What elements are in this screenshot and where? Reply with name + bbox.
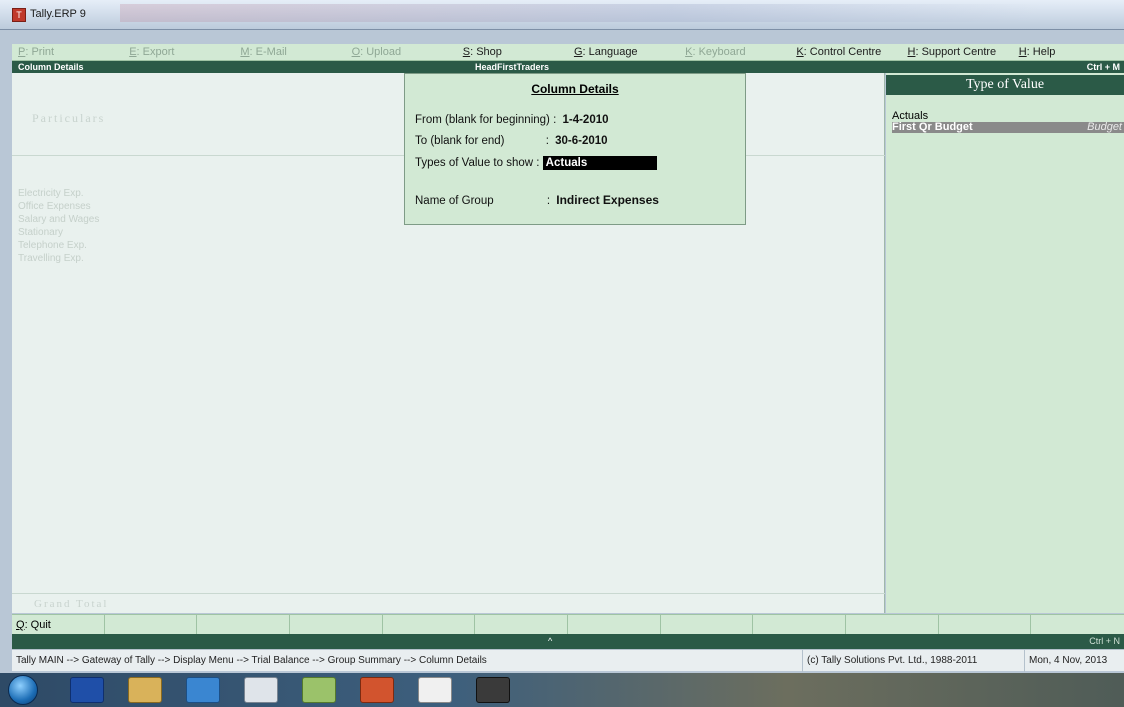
copyright: (c) Tally Solutions Pvt. Ltd., 1988-2011 [802, 650, 977, 672]
type-of-value-panel: Type of Value Actuals Actuals First Qr B… [886, 73, 1124, 613]
word-icon[interactable] [70, 677, 104, 703]
from-date-label: From (blank for beginning) [415, 114, 550, 126]
value-option-first-qr-budget[interactable]: Actuals First Qr Budget Budget [892, 122, 1124, 133]
keyboard-button[interactable]: K: Keyboard [679, 44, 790, 61]
upload-button[interactable]: O: Upload [346, 44, 457, 61]
print-button[interactable]: P: Print [12, 44, 123, 61]
empty-button [383, 615, 476, 635]
from-date-row: From (blank for beginning) : 1-4-2010 [415, 114, 609, 126]
titlebar-glow [120, 4, 1040, 22]
group-name-row: Name of Group : Indirect Expenses [415, 193, 659, 207]
company-name: HeadFirstTraders [474, 62, 550, 72]
caret-up-icon[interactable]: ^ [548, 634, 552, 649]
report-row: Office Expenses [18, 201, 91, 212]
screen-title-strip: Column Details HeadFirstTraders Ctrl + M [12, 61, 1124, 73]
support-centre-button[interactable]: H: Support Centre [902, 44, 1013, 61]
status-bar: Tally MAIN --> Gateway of Tally --> Disp… [12, 649, 1124, 672]
empty-button [661, 615, 754, 635]
value-type-label: Types of Value to show [415, 157, 534, 169]
empty-button [290, 615, 383, 635]
particulars-heading: Particulars [32, 111, 106, 125]
empty-button [105, 615, 198, 635]
control-centre-button[interactable]: K: Control Centre [790, 44, 901, 61]
unknown-app-icon[interactable] [476, 677, 510, 703]
to-date-row: To (blank for end) : 30-6-2010 [415, 135, 608, 147]
report-row: Travelling Exp. [18, 253, 84, 264]
to-date-label: To (blank for end) [415, 135, 505, 147]
export-button[interactable]: E: Export [123, 44, 234, 61]
screen-shortcut: Ctrl + M [1086, 62, 1120, 72]
from-date-field[interactable]: 1-4-2010 [562, 114, 608, 126]
empty-button [1031, 615, 1124, 635]
language-button[interactable]: G: Language [568, 44, 679, 61]
type-of-value-heading: Type of Value [886, 75, 1124, 95]
window-title: Tally.ERP 9 [30, 8, 86, 20]
group-name-label: Name of Group [415, 195, 494, 207]
windows-start-icon[interactable] [8, 675, 38, 705]
windows-taskbar [0, 673, 1124, 707]
tally-app-icon: T [12, 8, 26, 22]
bottom-shortcut: Ctrl + N [1089, 636, 1120, 646]
media-icon[interactable] [302, 677, 336, 703]
email-button[interactable]: M: E-Mail [234, 44, 345, 61]
report-rows: Electricity Exp. Office Expenses Salary … [18, 187, 99, 265]
empty-button [939, 615, 1032, 635]
button-bar: P: Print E: Export M: E-Mail O: Upload S… [12, 44, 1124, 61]
report-row: Stationary [18, 227, 64, 238]
value-type-row: Types of Value to show : Actuals [415, 156, 657, 170]
help-button[interactable]: H: Help [1013, 44, 1093, 61]
calculator-icon[interactable] [244, 677, 278, 703]
empty-button [197, 615, 291, 635]
column-details-dialog: Column Details From (blank for beginning… [404, 73, 746, 225]
bottom-strip: ^ Ctrl + N [12, 634, 1124, 649]
empty-button [568, 615, 661, 635]
dialog-title: Column Details [531, 82, 619, 96]
tally-icon[interactable] [418, 677, 452, 703]
internet-explorer-icon[interactable] [186, 677, 220, 703]
powerpoint-icon[interactable] [360, 677, 394, 703]
empty-button [753, 615, 847, 635]
value-type-field[interactable]: Actuals [542, 156, 657, 170]
window-titlebar: T Tally.ERP 9 [0, 0, 1124, 30]
empty-button [475, 615, 569, 635]
group-name-field[interactable]: Indirect Expenses [556, 193, 659, 207]
shop-button[interactable]: S: Shop [457, 44, 568, 61]
breadcrumb: Tally MAIN --> Gateway of Tally --> Disp… [16, 655, 487, 666]
bottom-button-bar: Q: Quit [12, 614, 1124, 635]
grand-total-row: Grand Total [12, 593, 885, 613]
report-row: Telephone Exp. [18, 240, 87, 251]
explorer-icon[interactable] [128, 677, 162, 703]
to-date-field[interactable]: 30-6-2010 [555, 135, 607, 147]
current-date: Mon, 4 Nov, 2013 [1024, 650, 1107, 672]
report-row: Electricity Exp. [18, 188, 84, 199]
report-row: Salary and Wages [18, 214, 100, 225]
empty-button [846, 615, 939, 635]
quit-button[interactable]: Q: Quit [12, 615, 105, 635]
